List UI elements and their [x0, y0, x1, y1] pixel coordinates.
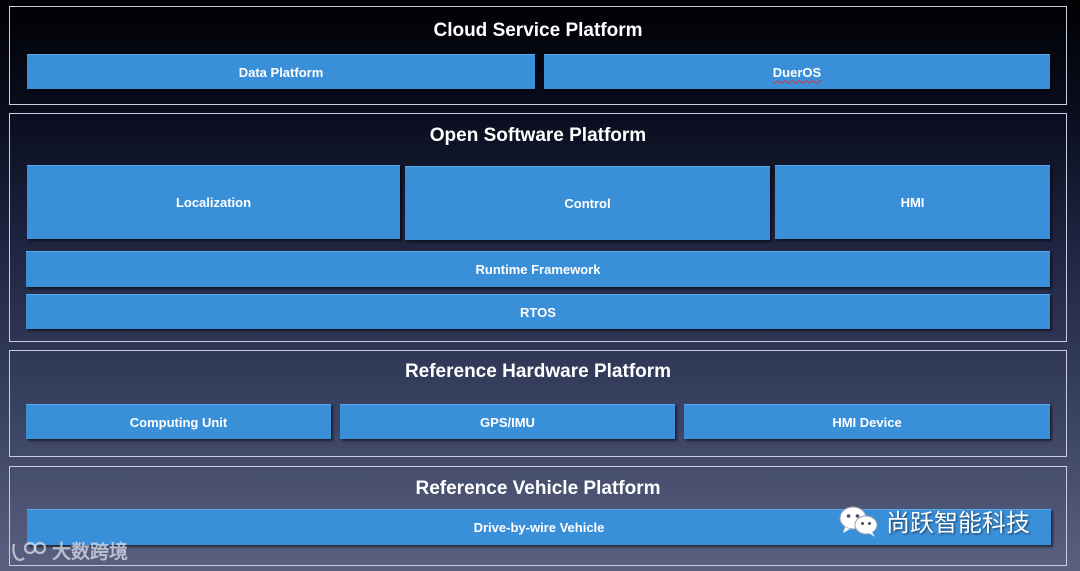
cloud-service-title: Cloud Service Platform	[433, 20, 643, 41]
left-watermark: 大数跨境	[10, 537, 128, 564]
hmi-device-label: HMI Device	[832, 414, 902, 430]
runtime-framework-box: Runtime Framework	[26, 251, 1050, 287]
runtime-framework-label: Runtime Framework	[475, 262, 601, 277]
gps-imu-box: GPS/IMU	[340, 404, 675, 439]
rtos-label: RTOS	[520, 304, 556, 320]
cloud-service-layer: Cloud Service Platform Data Platform Due…	[9, 6, 1067, 105]
control-label: Control	[564, 196, 611, 211]
rtos-box: RTOS	[26, 294, 1050, 329]
wechat-watermark-text: 尚跃智能科技	[886, 509, 1030, 537]
reference-vehicle-title: Reference Vehicle Platform	[415, 478, 661, 499]
logo-icon	[12, 541, 47, 561]
reference-hardware-title: Reference Hardware Platform	[404, 361, 672, 382]
computing-unit-label: Computing Unit	[129, 414, 228, 430]
open-software-title: Open Software Platform	[429, 125, 647, 146]
wechat-watermark: 尚跃智能科技	[838, 503, 1030, 538]
control-box: Control	[405, 166, 770, 240]
data-platform-label: Data Platform	[238, 64, 324, 80]
data-platform-box: Data Platform	[27, 54, 535, 89]
drive-by-wire-label: Drive-by-wire Vehicle	[473, 520, 605, 535]
dueros-label: DuerOS	[772, 64, 822, 80]
left-watermark-text: 大数跨境	[52, 541, 129, 563]
localization-label: Localization	[175, 195, 252, 210]
hmi-device-box: HMI Device	[684, 404, 1050, 439]
open-software-layer: Open Software Platform Localization Cont…	[9, 113, 1067, 342]
hmi-box: HMI	[775, 165, 1050, 239]
hmi-label: HMI	[900, 195, 925, 210]
wechat-icon	[839, 506, 878, 537]
dueros-box: DuerOS	[544, 54, 1050, 89]
computing-unit-box: Computing Unit	[26, 404, 331, 439]
gps-imu-label: GPS/IMU	[480, 414, 535, 430]
reference-hardware-layer: Reference Hardware Platform Computing Un…	[9, 350, 1067, 457]
localization-box: Localization	[27, 165, 400, 239]
